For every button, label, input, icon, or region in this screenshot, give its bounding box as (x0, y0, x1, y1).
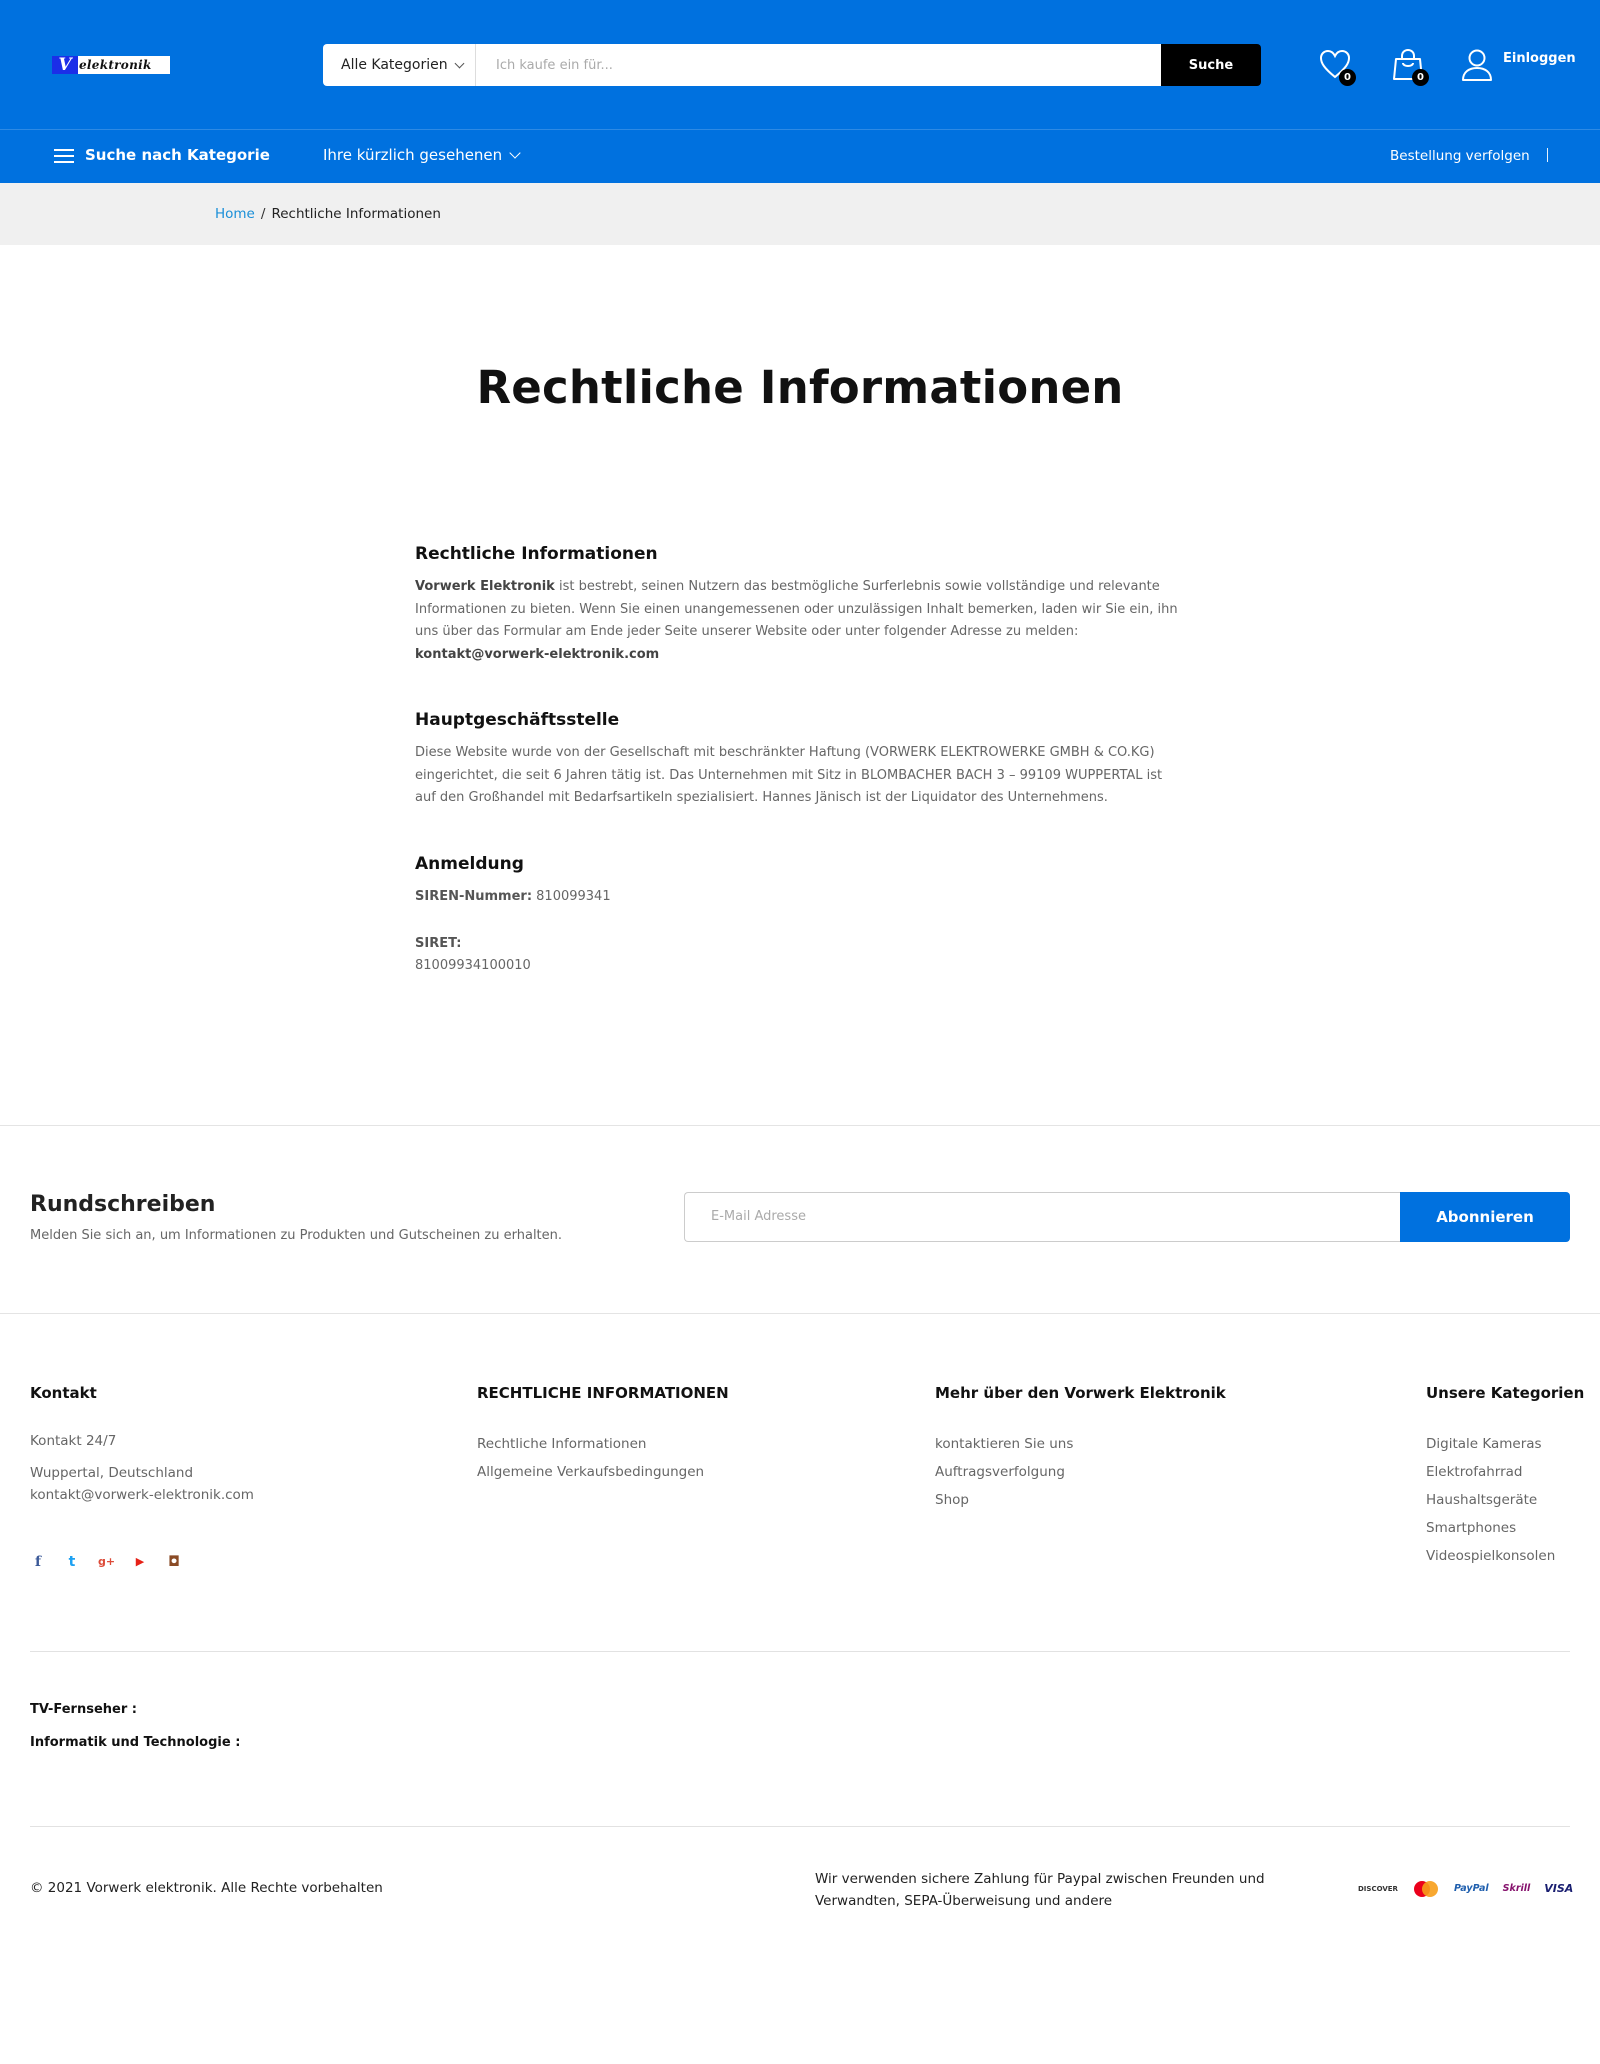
newsletter: Rundschreiben Melden Sie sich an, um Inf… (0, 1126, 1600, 1313)
chevron-down-icon (454, 58, 465, 68)
search-input[interactable] (476, 44, 1161, 86)
footer-link[interactable]: Elektrofahrrad (1426, 1458, 1584, 1486)
footer-link[interactable]: Smartphones (1426, 1514, 1584, 1542)
section-headquarters: Hauptgeschäftsstelle Diese Website wurde… (415, 710, 1185, 810)
newsletter-title: Rundschreiben (30, 1191, 216, 1217)
logo-word: elektronik (79, 58, 152, 72)
breadcrumb-current: Rechtliche Informationen (271, 206, 441, 222)
siret-label: SIRET: (415, 935, 462, 951)
footer-link[interactable]: Allgemeine Verkaufsbedingungen (477, 1458, 729, 1486)
chevron-down-icon (509, 146, 521, 159)
paypal-logo: PayPal (1453, 1883, 1489, 1894)
footer-categories: Unsere Kategorien Digitale Kameras Elekt… (1426, 1384, 1584, 1570)
company-name: Vorwerk Elektronik (415, 579, 555, 594)
contact-hours: Kontakt 24/7 (30, 1432, 117, 1449)
skrill-logo: Skrill (1502, 1883, 1531, 1894)
footer-heading: Kontakt (30, 1383, 97, 1402)
contact-email[interactable]: kontakt@vorwerk-elektronik.com (415, 647, 659, 662)
footer-heading: RECHTLICHE INFORMATIONEN (477, 1383, 729, 1402)
breadcrumb-separator: / (260, 206, 266, 222)
section-text: Vorwerk Elektronik ist bestrebt, seinen … (415, 576, 1185, 666)
subscribe-button[interactable]: Abonnieren (1400, 1191, 1570, 1242)
browse-by-category[interactable]: Suche nach Kategorie (85, 146, 270, 164)
copyright: © 2021 Vorwerk elektronik. Alle Rechte v… (30, 1879, 383, 1896)
newsletter-form: Abonnieren (684, 1191, 1570, 1242)
recently-viewed-label: Ihre kürzlich gesehenen (323, 146, 503, 164)
section-heading: Anmeldung (415, 853, 524, 874)
recently-viewed-dropdown[interactable]: Ihre kürzlich gesehenen (323, 146, 521, 164)
email-field[interactable] (684, 1191, 1400, 1242)
siren-label: SIREN-Nummer: (415, 888, 533, 904)
section-text: Diese Website wurde von der Gesellschaft… (415, 745, 1163, 805)
wishlist-count-badge: 0 (1339, 69, 1356, 86)
footer-heading: Mehr über den Vorwerk Elektronik (935, 1383, 1226, 1402)
site-header: V elektronik Alle Kategorien Suche 0 0 (0, 0, 1600, 183)
contact-location: Wuppertal, Deutschland (30, 1464, 194, 1481)
youtube-icon[interactable]: ▶ (132, 1555, 148, 1568)
payment-logos: DISCOVER PayPal Skrill VISA (1358, 1880, 1573, 1898)
google-plus-icon[interactable]: g+ (98, 1555, 115, 1568)
mastercard-logo (1412, 1880, 1440, 1898)
footer-link[interactable]: Digitale Kameras (1426, 1430, 1584, 1458)
siren-value: 810099341 (532, 888, 611, 904)
footer-link[interactable]: Rechtliche Informationen (477, 1430, 729, 1458)
header-top: V elektronik Alle Kategorien Suche 0 0 (0, 0, 1600, 130)
wishlist-button[interactable]: 0 (1318, 48, 1356, 86)
menu-icon[interactable] (54, 149, 74, 163)
section-heading: Hauptgeschäftsstelle (415, 710, 620, 730)
footer-link[interactable]: Haushaltsgeräte (1426, 1486, 1584, 1514)
footer: Kontakt Kontakt 24/7 Wuppertal, Deutschl… (0, 1314, 1600, 1654)
section-legal: Rechtliche Informationen Vorwerk Elektro… (415, 544, 1185, 666)
payment-info: Wir verwenden sichere Zahlung für Paypal… (815, 1870, 1265, 1909)
footer-link[interactable]: Videospielkonsolen (1426, 1542, 1584, 1570)
breadcrumb: Home / Rechtliche Informationen (0, 183, 1600, 245)
newsletter-subtitle: Melden Sie sich an, um Informationen zu … (30, 1227, 563, 1243)
nav-divider (1547, 148, 1548, 162)
cart-button[interactable]: 0 (1391, 48, 1429, 86)
section-registration: Anmeldung SIREN-Nummer: 810099341 SIRET:… (415, 854, 1185, 977)
divider (30, 1825, 1570, 1827)
main-nav: Suche nach Kategorie Ihre kürzlich geseh… (0, 130, 1600, 182)
footer-link[interactable]: Shop (935, 1486, 1226, 1514)
tag-tv: TV-Fernseher : (30, 1701, 137, 1717)
cart-count-badge: 0 (1412, 69, 1429, 86)
page-title: Rechtliche Informationen (476, 361, 1124, 414)
footer-link[interactable]: Auftragsverfolgung (935, 1458, 1226, 1486)
facebook-icon[interactable]: f (30, 1554, 46, 1570)
section-heading: Rechtliche Informationen (415, 544, 658, 564)
legal-content: Rechtliche Informationen Vorwerk Elektro… (415, 544, 1185, 977)
siret-value: 81009934100010 (415, 957, 531, 973)
footer-legal: RECHTLICHE INFORMATIONEN Rechtliche Info… (477, 1384, 729, 1486)
visa-logo: VISA (1544, 1882, 1574, 1895)
footer-link[interactable]: kontaktieren Sie uns (935, 1430, 1226, 1458)
social-links: f t g+ ▶ ◘ (30, 1554, 254, 1570)
footer-about: Mehr über den Vorwerk Elektronik kontakt… (935, 1384, 1226, 1514)
discover-logo: DISCOVER (1358, 1884, 1398, 1893)
login-link[interactable]: Einloggen (1503, 51, 1576, 66)
instagram-icon[interactable]: ◘ (166, 1554, 182, 1570)
site-logo[interactable]: V elektronik (52, 56, 170, 74)
footer-heading: Unsere Kategorien (1426, 1383, 1585, 1402)
siren-row: SIREN-Nummer: 810099341 (415, 886, 1185, 908)
footer-bottom: TV-Fernseher : Informatik und Technologi… (0, 1654, 1600, 2064)
divider (30, 1650, 1570, 1652)
twitter-icon[interactable]: t (64, 1554, 80, 1570)
account-button[interactable] (1460, 48, 1494, 82)
category-select[interactable]: Alle Kategorien (323, 44, 476, 86)
tag-it: Informatik und Technologie : (30, 1734, 241, 1750)
mastercard-icon (1413, 1880, 1438, 1897)
footer-contact: Kontakt Kontakt 24/7 Wuppertal, Deutschl… (30, 1384, 254, 1570)
search-bar: Alle Kategorien Suche (323, 44, 1261, 86)
category-select-label: Alle Kategorien (341, 57, 448, 73)
logo-mark: V (52, 56, 78, 74)
siret-label-row: SIRET: (415, 933, 1185, 955)
contact-email[interactable]: kontakt@vorwerk-elektronik.com (30, 1484, 254, 1506)
user-icon (1462, 49, 1492, 81)
breadcrumb-home-link[interactable]: Home (215, 206, 255, 222)
search-button[interactable]: Suche (1161, 44, 1261, 86)
track-order-link[interactable]: Bestellung verfolgen (1390, 148, 1530, 164)
